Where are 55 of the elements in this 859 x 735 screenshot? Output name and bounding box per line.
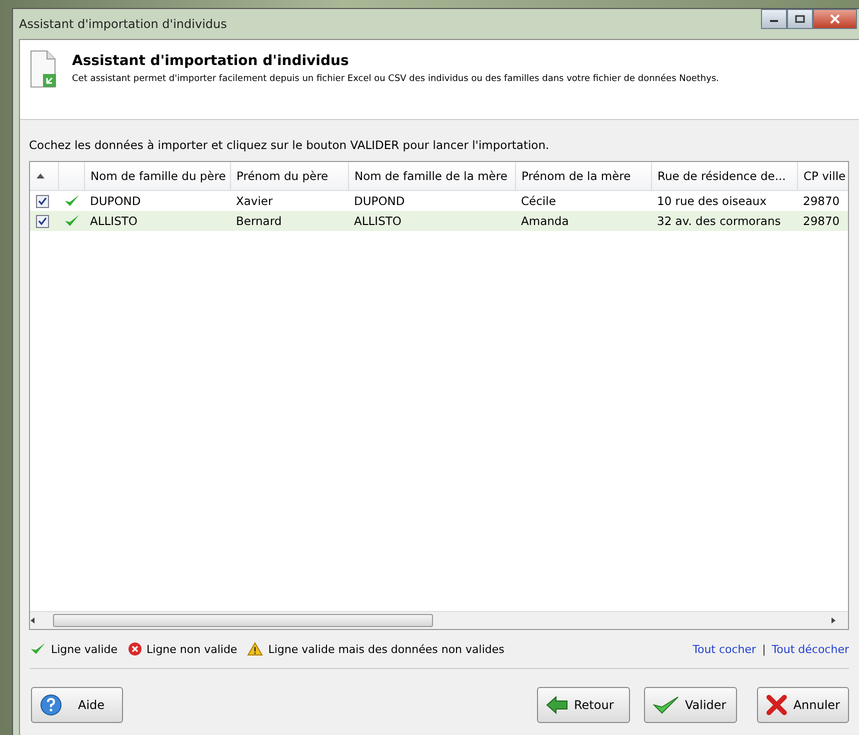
link[interactable]: Tout décocher [772,642,849,656]
maximize-button[interactable] [787,9,813,29]
table-cell: DUPOND [348,190,515,211]
error-icon [128,642,142,656]
table-cell: Bernard [230,211,348,231]
legend-label: Ligne valide mais des données non valides [268,642,504,656]
column-header[interactable]: Prénom du père [230,162,348,190]
table-cell: Xavier [230,190,348,211]
horizontal-scrollbar[interactable] [30,611,848,629]
maximize-icon [795,15,805,23]
checkbox[interactable] [36,214,49,228]
document-icon [28,50,58,88]
sort-column-header[interactable] [30,162,58,190]
scroll-right-icon [831,617,836,624]
window-title: Assistant d'importation d'individus [19,17,227,31]
table-cell: 29870 [797,211,848,231]
help-icon [40,694,62,716]
warning-icon [247,642,264,656]
close-icon [830,14,840,24]
table-cell: ALLISTO [348,211,515,231]
left-arrow-icon [546,696,568,714]
column-header[interactable]: Rue de résidence de... [651,162,797,190]
sort-arrow-icon [36,173,45,179]
check-icon [30,642,46,656]
scrollbar-thumb[interactable] [53,614,433,627]
column-header[interactable]: Nom de famille du père [84,162,230,190]
checkbox[interactable] [36,194,49,208]
column-header[interactable]: Nom de famille de la mère [348,162,515,190]
table-cell: Cécile [515,190,651,211]
table-cell: Amanda [515,211,651,231]
header-title: Assistant d'importation d'individus [72,53,350,69]
table-cell: ALLISTO [84,211,230,231]
help-button[interactable]: Aide [31,687,123,723]
ok-button[interactable]: Valider [644,687,737,723]
instruction-text: Cochez les données à importer et cliquez sur le bouton VALIDER pour lancer l'importation. [29,138,550,152]
scroll-left-icon [30,617,35,624]
separator-text: | [762,642,766,656]
legend-label: Ligne valide [51,642,118,656]
column-header[interactable]: Prénom de la mère [515,162,651,190]
table-cell: 32 av. des cormorans [651,211,797,231]
table-cell: 29870 [797,190,848,211]
header-description: Cet assistant permet d'importer facilement depuis un fichier Excel ou CSV des individus ou des familles dans votre fichier de données Noethys. [72,74,720,84]
table-cell: DUPOND [84,190,230,211]
back-button[interactable]: Retour [537,687,630,723]
table-cell: 10 rue des oiseaux [651,190,797,211]
legend-label: Ligne non valide [146,642,238,656]
cancel-button[interactable]: Annuler [757,687,849,723]
close-button[interactable] [813,9,857,29]
cross-icon [766,694,788,716]
table-row[interactable]: DUPOND Xavier DUPOND Cécile 10 rue des oiseaux 29870 [30,190,848,211]
table-row[interactable]: ALLISTO Bernard ALLISTO Amanda 32 av. des cormorans 29870 [30,211,848,231]
check-icon [653,695,679,715]
link[interactable]: Tout cocher [692,642,756,656]
column-header[interactable]: CP ville [797,162,848,190]
minimize-button[interactable] [761,9,787,29]
